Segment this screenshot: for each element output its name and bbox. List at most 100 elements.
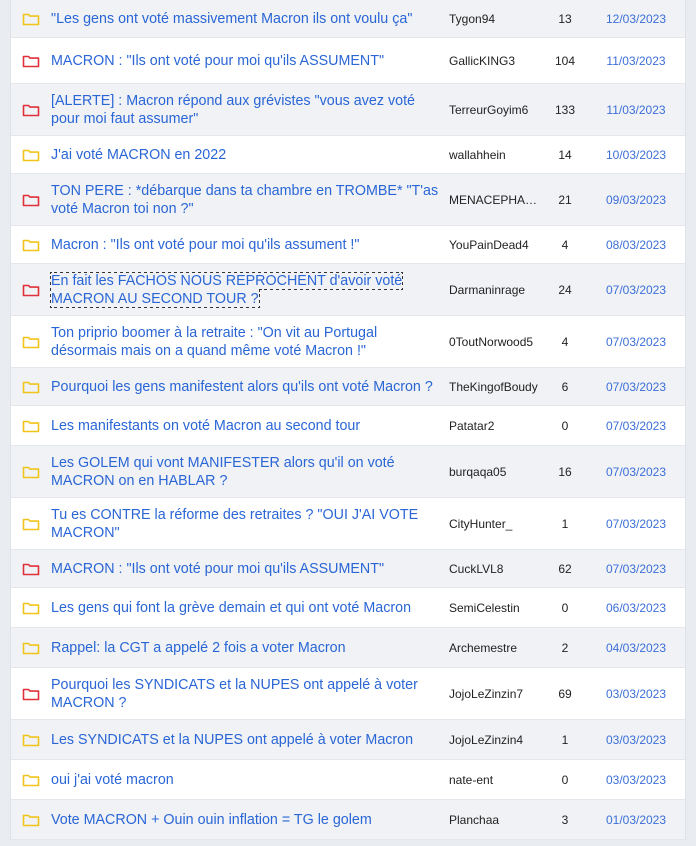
topic-title-link[interactable]: Les manifestants on voté Macron au secon… bbox=[51, 418, 360, 434]
topic-last-date[interactable]: 04/03/2023 bbox=[587, 641, 685, 655]
topic-title-cell: "Les gens ont voté massivement Macron il… bbox=[51, 10, 449, 28]
topic-reply-count: 0 bbox=[561, 418, 569, 433]
topic-last-date[interactable]: 12/03/2023 bbox=[587, 12, 685, 26]
topic-last-date[interactable]: 03/03/2023 bbox=[587, 687, 685, 701]
topic-author[interactable]: Archemestre bbox=[449, 641, 543, 655]
folder-cell bbox=[11, 12, 51, 26]
topic-last-date[interactable]: 09/03/2023 bbox=[587, 193, 685, 207]
topic-reply-count: 69 bbox=[558, 686, 572, 701]
topic-reply-count: 2 bbox=[561, 640, 569, 655]
topic-author[interactable]: burqaqa05 bbox=[449, 465, 543, 479]
topic-last-date[interactable]: 07/03/2023 bbox=[587, 380, 685, 394]
topic-row: Les gens qui font la grève demain et qui… bbox=[11, 588, 685, 628]
topic-title-link[interactable]: oui j'ai voté macron bbox=[51, 772, 174, 788]
topic-last-date[interactable]: 06/03/2023 bbox=[587, 601, 685, 615]
topic-row: Les SYNDICATS et la NUPES ont appelé à v… bbox=[11, 720, 685, 760]
topic-title-link[interactable]: Les GOLEM qui vont MANIFESTER alors qu'i… bbox=[51, 455, 395, 489]
topic-author[interactable]: CuckLVL8 bbox=[449, 562, 543, 576]
topic-last-date[interactable]: 11/03/2023 bbox=[587, 54, 685, 68]
topic-title-link[interactable]: "Les gens ont voté massivement Macron il… bbox=[51, 11, 412, 27]
topic-author[interactable]: TerreurGoyim6 bbox=[449, 103, 543, 117]
topic-row: Ton priprio boomer à la retraite : "On v… bbox=[11, 316, 685, 368]
topic-title-link[interactable]: Pourquoi les SYNDICATS et la NUPES ont a… bbox=[51, 677, 418, 711]
topic-title-cell: MACRON : "Ils ont voté pour moi qu'ils A… bbox=[51, 52, 449, 70]
folder-red-icon bbox=[22, 194, 40, 206]
topic-title-cell: Pourquoi les SYNDICATS et la NUPES ont a… bbox=[51, 676, 449, 712]
topic-last-date[interactable]: 01/03/2023 bbox=[587, 813, 685, 827]
folder-yellow-icon bbox=[22, 734, 40, 746]
folder-cell bbox=[11, 601, 51, 615]
topic-title-cell: MACRON : "Ils ont voté pour moi qu'ils A… bbox=[51, 560, 449, 578]
topic-author[interactable]: Darmaninrage bbox=[449, 283, 543, 297]
topic-author[interactable]: TheKingofBoudy bbox=[449, 380, 543, 394]
topic-row: oui j'ai voté macron nate-ent 0 03/03/2023 bbox=[11, 760, 685, 800]
topic-reply-count: 62 bbox=[558, 561, 572, 576]
topic-last-date[interactable]: 11/03/2023 bbox=[587, 103, 685, 117]
topic-author[interactable]: YouPainDead4 bbox=[449, 238, 543, 252]
topic-title-link[interactable]: Tu es CONTRE la réforme des retraites ? … bbox=[51, 507, 418, 541]
topic-title-link[interactable]: J'ai voté MACRON en 2022 bbox=[51, 147, 226, 163]
topic-title-link[interactable]: Les gens qui font la grève demain et qui… bbox=[51, 600, 411, 616]
topic-title-link[interactable]: Rappel: la CGT a appelé 2 fois a voter M… bbox=[51, 640, 346, 656]
topic-title-link[interactable]: MACRON : "Ils ont voté pour moi qu'ils A… bbox=[51, 561, 384, 577]
folder-cell bbox=[11, 238, 51, 252]
topic-title-cell: Les gens qui font la grève demain et qui… bbox=[51, 599, 449, 617]
topic-reply-count: 4 bbox=[561, 237, 569, 252]
topic-last-date[interactable]: 07/03/2023 bbox=[587, 419, 685, 433]
folder-cell bbox=[11, 54, 51, 68]
topic-title-link[interactable]: En fait les FACHOS NOUS REPROCHENT d'avo… bbox=[49, 271, 404, 308]
folder-cell bbox=[11, 419, 51, 433]
folder-cell bbox=[11, 687, 51, 701]
topic-row: Macron : "Ils ont voté pour moi qu'ils a… bbox=[11, 226, 685, 264]
topic-last-date[interactable]: 07/03/2023 bbox=[587, 283, 685, 297]
folder-cell bbox=[11, 465, 51, 479]
topic-title-cell: Les SYNDICATS et la NUPES ont appelé à v… bbox=[51, 731, 449, 749]
topic-title-link[interactable]: Les SYNDICATS et la NUPES ont appelé à v… bbox=[51, 732, 413, 748]
topic-reply-count: 1 bbox=[561, 732, 569, 747]
topic-reply-count: 14 bbox=[558, 147, 572, 162]
folder-red-icon bbox=[22, 104, 40, 116]
topic-author[interactable]: Tygon94 bbox=[449, 12, 543, 26]
folder-cell bbox=[11, 641, 51, 655]
topic-row: MACRON : "Ils ont voté pour moi qu'ils A… bbox=[11, 38, 685, 84]
folder-cell bbox=[11, 148, 51, 162]
topic-title-link[interactable]: TON PERE : *débarque dans ta chambre en … bbox=[51, 183, 438, 217]
topic-author[interactable]: GallicKING3 bbox=[449, 54, 543, 68]
folder-cell bbox=[11, 193, 51, 207]
topic-last-date[interactable]: 03/03/2023 bbox=[587, 733, 685, 747]
topic-reply-count: 104 bbox=[554, 53, 576, 68]
folder-cell bbox=[11, 517, 51, 531]
topic-author[interactable]: wallahhein bbox=[449, 148, 543, 162]
folder-yellow-icon bbox=[22, 420, 40, 432]
topic-title-link[interactable]: Vote MACRON + Ouin ouin inflation = TG l… bbox=[51, 812, 372, 828]
topic-title-link[interactable]: [ALERTE] : Macron répond aux grévistes "… bbox=[51, 93, 415, 127]
folder-yellow-icon bbox=[22, 336, 40, 348]
topic-last-date[interactable]: 08/03/2023 bbox=[587, 238, 685, 252]
folder-cell bbox=[11, 562, 51, 576]
folder-yellow-icon bbox=[22, 602, 40, 614]
topic-author[interactable]: 0ToutNorwood5 bbox=[449, 335, 543, 349]
topic-author[interactable]: JojoLeZinzin4 bbox=[449, 733, 543, 747]
topic-last-date[interactable]: 07/03/2023 bbox=[587, 335, 685, 349]
topic-title-link[interactable]: MACRON : "Ils ont voté pour moi qu'ils A… bbox=[51, 53, 384, 69]
topic-author[interactable]: nate-ent bbox=[449, 773, 543, 787]
topic-author[interactable]: Patatar2 bbox=[449, 419, 543, 433]
topic-title-link[interactable]: Ton priprio boomer à la retraite : "On v… bbox=[51, 325, 377, 359]
topic-author[interactable]: Planchaa bbox=[449, 813, 543, 827]
topic-title-link[interactable]: Pourquoi les gens manifestent alors qu'i… bbox=[51, 379, 433, 395]
topic-row: En fait les FACHOS NOUS REPROCHENT d'avo… bbox=[11, 264, 685, 316]
topic-last-date[interactable]: 03/03/2023 bbox=[587, 773, 685, 787]
topic-last-date[interactable]: 10/03/2023 bbox=[587, 148, 685, 162]
topic-author[interactable]: JojoLeZinzin7 bbox=[449, 687, 543, 701]
topic-author[interactable]: CityHunter_ bbox=[449, 517, 543, 531]
topic-title-cell: [ALERTE] : Macron répond aux grévistes "… bbox=[51, 92, 449, 128]
topic-author[interactable]: MENACEPHAN… bbox=[449, 193, 543, 207]
topic-last-date[interactable]: 07/03/2023 bbox=[587, 465, 685, 479]
topic-author[interactable]: SemiCelestin bbox=[449, 601, 543, 615]
topic-title-cell: TON PERE : *débarque dans ta chambre en … bbox=[51, 182, 449, 218]
folder-red-icon bbox=[22, 688, 40, 700]
topic-last-date[interactable]: 07/03/2023 bbox=[587, 562, 685, 576]
folder-red-icon bbox=[22, 55, 40, 67]
topic-title-link[interactable]: Macron : "Ils ont voté pour moi qu'ils a… bbox=[51, 237, 359, 253]
topic-last-date[interactable]: 07/03/2023 bbox=[587, 517, 685, 531]
